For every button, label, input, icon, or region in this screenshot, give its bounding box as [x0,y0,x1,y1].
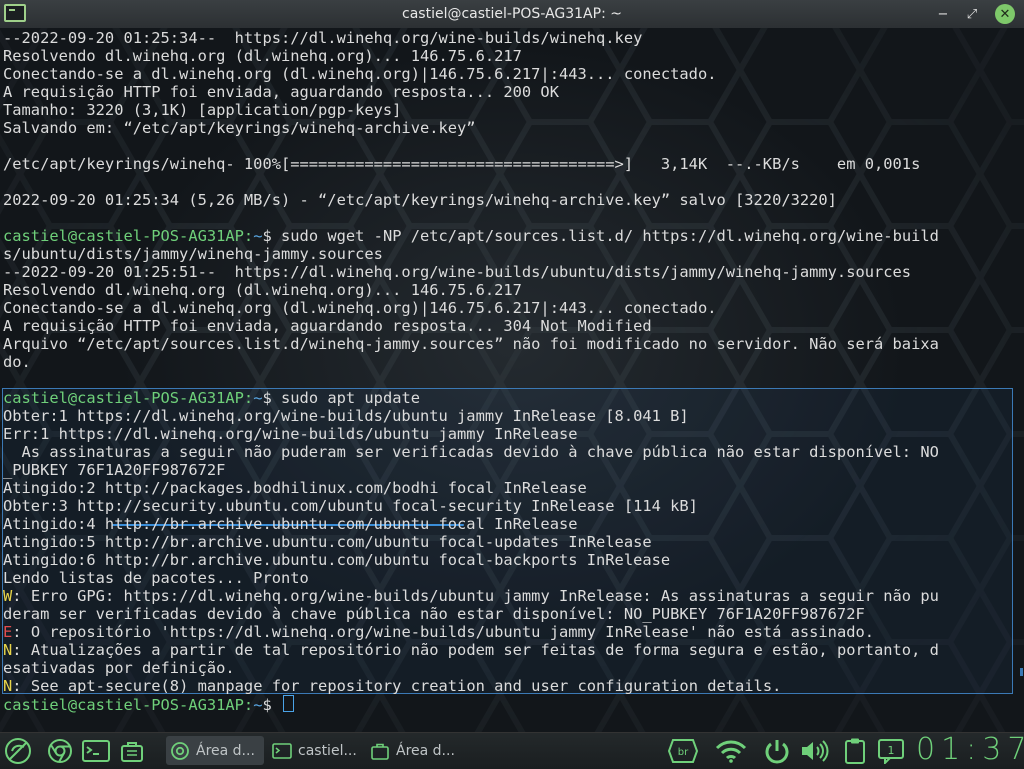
text-cursor[interactable] [283,695,295,712]
task-terminal[interactable]: castiel... [268,736,360,765]
terminal-line: /etc/apt/keyrings/winehq- 100%[=========… [3,155,921,173]
terminal-line: Atingido:6 http://br.archive.ubuntu.com/… [3,551,671,569]
terminal-line: Salvando em: “/etc/apt/keyrings/winehq-a… [3,119,476,137]
task-area-de-trabalho-1[interactable]: Área d... [166,736,264,765]
message-tag: N [3,641,13,659]
terminal-line: As assinaturas a seguir não puderam ser … [3,443,939,461]
terminal-line: castiel@castiel-POS-AG31AP:~$ sudo apt u… [3,389,1018,407]
window-title: castiel@castiel-POS-AG31AP: ~ [402,6,622,22]
terminal-launcher-icon[interactable] [82,737,110,765]
terminal-line: s/ubuntu/dists/jammy/winehq-jammy.source… [3,245,383,263]
message-text: : Atualizações a partir de tal repositór… [12,641,939,659]
message-tag: W [3,587,13,605]
terminal-line: Resolvendo dl.winehq.org (dl.winehq.org)… [3,47,522,65]
terminal-line: _PUBKEY 76F1A20FF987672F [3,461,226,479]
terminal-line: deram ser verificadas devido à chave púb… [3,605,865,623]
terminal-output: --2022-09-20 01:25:34-- https://dl.wineh… [3,29,1018,713]
terminal-line: Resolvendo dl.winehq.org (dl.winehq.org)… [3,281,522,299]
terminal-line: N: Atualizações a partir de tal repositó… [3,641,1018,659]
terminal-line: Atingido:5 http://br.archive.ubuntu.com/… [3,533,652,551]
terminal-line: Lendo listas de pacotes... Pronto [3,569,309,587]
terminal-line: A requisição HTTP foi enviada, aguardand… [3,83,559,101]
prompt-user-host: castiel@castiel-POS-AG31AP: [3,696,254,713]
terminal-line: --2022-09-20 01:25:51-- https://dl.wineh… [3,263,912,281]
close-button[interactable]: ✕ [995,4,1015,24]
chrome-icon [170,741,190,761]
prompt-user-host: castiel@castiel-POS-AG31AP: [3,227,254,245]
terminal-line: Conectando-se a dl.winehq.org (dl.winehq… [3,65,717,83]
message-text: : O repositório 'https://dl.winehq.org/w… [12,623,875,641]
message-tag: N [3,677,13,695]
task-label: castiel... [298,742,357,759]
bodhi-menu-icon[interactable] [4,737,32,765]
wifi-icon[interactable] [714,737,748,765]
terminal-icon [272,741,292,761]
terminal-line: E: O repositório 'https://dl.winehq.org/… [3,623,1018,641]
prompt-user-host: castiel@castiel-POS-AG31AP: [3,389,254,407]
terminal-line: do. [3,353,31,371]
terminal-line: 2022-09-20 01:25:34 (5,26 MB/s) - “/etc/… [3,191,837,209]
message-text: : See apt-secure(8) manpage for reposito… [12,677,782,695]
terminal-line: Atingido:2 http://packages.bodhilinux.co… [3,479,587,497]
terminal-line: W: Erro GPG: https://dl.winehq.org/wine-… [3,587,1018,605]
task-label: Área d... [396,742,455,759]
terminal-line: N: See apt-secure(8) manpage for reposit… [3,677,1018,695]
prompt-command: sudo apt update [281,389,421,407]
terminal-line: esativadas por definição. [3,659,235,677]
prompt-symbol: $ [262,389,282,407]
maximize-button[interactable]: ⤢ [963,5,981,23]
terminal-line: A requisição HTTP foi enviada, aguardand… [3,317,652,335]
prompt-symbol: $ [262,696,282,713]
volume-icon[interactable] [798,737,832,765]
keyboard-layout-indicator[interactable]: br [666,737,700,765]
keyboard-layout-label: br [678,747,689,758]
message-text: : Erro GPG: https://dl.winehq.org/wine-b… [12,587,939,605]
terminal-line: --2022-09-20 01:25:34-- https://dl.wineh… [3,29,643,47]
terminal-line: castiel@castiel-POS-AG31AP:~$ [3,695,1018,713]
terminal-line: Atingido:4 http://br.archive.ubuntu.com/… [3,515,578,533]
terminal-line: Obter:3 http://security.ubuntu.com/ubunt… [3,497,698,515]
notifications-icon[interactable]: 1 [876,737,908,765]
chrome-launcher-icon[interactable] [46,737,74,765]
terminal-line: Arquivo “/etc/apt/sources.list.d/winehq-… [3,335,939,353]
clock[interactable]: 01:37 [916,733,1024,767]
prompt-symbol: $ [262,227,282,245]
terminal-line: castiel@castiel-POS-AG31AP:~$ sudo wget … [3,227,1018,245]
power-icon[interactable] [762,737,792,765]
terminal-line: Tamanho: 3220 (3,1K) [application/pgp-ke… [3,101,402,119]
notification-count: 1 [888,744,895,757]
scrollbar-indicator[interactable] [1020,668,1023,676]
prompt-command: sudo wget -NP /etc/apt/sources.list.d/ h… [281,227,939,245]
task-label: Área d... [196,742,255,759]
bag-icon [370,741,390,761]
terminal-line: Obter:1 https://dl.winehq.org/wine-build… [3,407,689,425]
bag-launcher-icon[interactable] [118,737,146,765]
taskbar: Área d... castiel... Área d... br 1 01:3… [0,732,1024,769]
task-area-de-trabalho-2[interactable]: Área d... [366,736,464,765]
terminal-line: Conectando-se a dl.winehq.org (dl.winehq… [3,299,717,317]
message-tag: E [3,623,13,641]
window-titlebar[interactable]: castiel@castiel-POS-AG31AP: ~ − ⤢ ✕ [0,0,1024,28]
terminal-view[interactable]: --2022-09-20 01:25:34-- https://dl.wineh… [0,28,1024,732]
terminal-line: Err:1 https://dl.winehq.org/wine-builds/… [3,425,578,443]
clipboard-icon[interactable] [840,737,870,765]
minimize-button[interactable]: − [934,5,952,23]
